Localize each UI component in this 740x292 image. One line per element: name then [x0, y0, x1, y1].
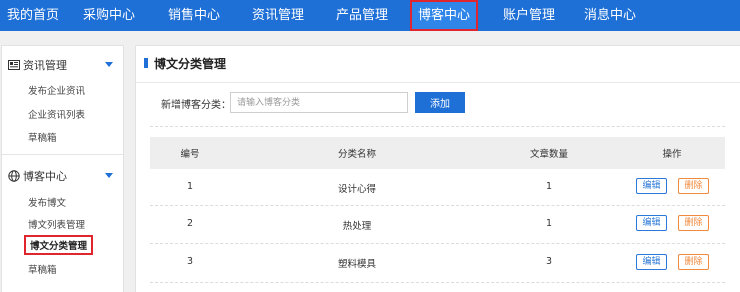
sidebar-item-blog-drafts[interactable]: 草稿箱 — [28, 262, 57, 276]
add-category-button[interactable]: 添加 — [415, 92, 465, 113]
row-category-name: 热处理 — [342, 221, 372, 232]
sidebar: 资讯管理 发布企业资讯 企业资讯列表 草稿箱 博客中心 发布博文 博文列表管理 … — [1, 45, 124, 292]
sidebar-section-blog[interactable]: 博客中心 — [2, 165, 123, 187]
sidebar-item-publish-blog[interactable]: 发布博文 — [28, 195, 66, 209]
row-article-count: 3 — [545, 256, 553, 267]
newspaper-icon — [8, 60, 20, 70]
delete-button[interactable]: 删除 — [678, 178, 709, 194]
page-title: 博文分类管理 — [154, 57, 227, 71]
row-id: 1 — [186, 181, 194, 192]
category-input-label: 新增博客分类： — [161, 100, 231, 111]
nav-purchasing[interactable]: 采购中心 — [66, 0, 152, 31]
sidebar-item-news-list[interactable]: 企业资讯列表 — [28, 107, 85, 121]
column-header-name: 分类名称 — [337, 149, 376, 160]
sidebar-section-label: 资讯管理 — [23, 59, 67, 72]
chevron-down-icon — [105, 173, 113, 178]
row-category-name: 塑料模具 — [337, 259, 376, 270]
title-accent-bar — [144, 58, 148, 68]
row-article-count: 1 — [545, 181, 553, 192]
nav-home[interactable]: 我的首页 — [0, 0, 66, 31]
row-id: 3 — [186, 256, 194, 267]
chevron-down-icon — [105, 62, 113, 67]
edit-button[interactable]: 编辑 — [636, 178, 667, 194]
sidebar-item-news-drafts[interactable]: 草稿箱 — [28, 130, 57, 144]
globe-icon — [8, 170, 20, 182]
row-article-count: 1 — [545, 218, 553, 229]
category-input[interactable] — [230, 92, 408, 113]
sidebar-section-label: 博客中心 — [23, 170, 67, 183]
table-row: 1 设计心得 1 编辑 删除 — [150, 169, 725, 207]
table-header: 编号 分类名称 文章数量 操作 — [150, 137, 725, 169]
column-header-count: 文章数量 — [529, 149, 568, 160]
delete-button[interactable]: 删除 — [678, 215, 709, 231]
row-divider — [150, 282, 725, 283]
row-category-name: 设计心得 — [337, 184, 376, 195]
main-panel: 博文分类管理 新增博客分类： 添加 编号 分类名称 文章数量 操作 1 设计心得… — [135, 45, 740, 292]
nav-news-management[interactable]: 资讯管理 — [236, 0, 320, 31]
edit-button[interactable]: 编辑 — [636, 254, 667, 270]
nav-product-management[interactable]: 产品管理 — [320, 0, 404, 31]
table-row: 3 塑料模具 3 编辑 删除 — [150, 244, 725, 282]
edit-button[interactable]: 编辑 — [636, 215, 667, 231]
column-header-actions: 操作 — [662, 149, 682, 160]
delete-button[interactable]: 删除 — [678, 254, 709, 270]
sidebar-item-publish-news[interactable]: 发布企业资讯 — [28, 83, 85, 97]
row-id: 2 — [186, 218, 194, 229]
sidebar-divider — [2, 154, 123, 155]
sidebar-section-news[interactable]: 资讯管理 — [2, 54, 123, 76]
table-row: 2 热处理 1 编辑 删除 — [150, 206, 725, 244]
sidebar-item-blog-categories[interactable]: 博文分类管理 — [24, 235, 94, 255]
sidebar-item-blog-list[interactable]: 博文列表管理 — [28, 217, 85, 231]
form-divider — [150, 126, 725, 127]
nav-blog-center[interactable]: 博客中心 — [410, 0, 478, 31]
top-navigation: 我的首页 采购中心 销售中心 资讯管理 产品管理 博客中心 账户管理 消息中心 — [0, 0, 740, 31]
column-header-id: 编号 — [180, 149, 200, 160]
nav-sales[interactable]: 销售中心 — [152, 0, 236, 31]
nav-message-center[interactable]: 消息中心 — [569, 0, 651, 31]
title-divider — [136, 82, 740, 83]
nav-account-management[interactable]: 账户管理 — [489, 0, 569, 31]
